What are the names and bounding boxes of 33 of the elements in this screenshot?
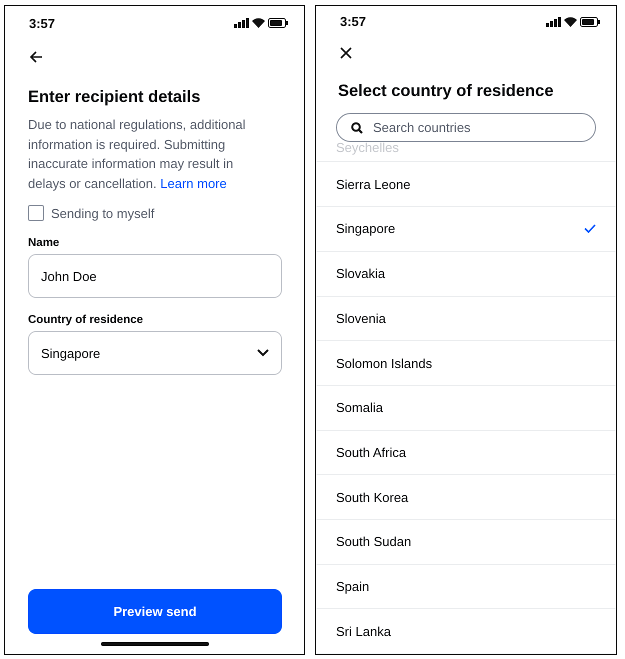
chevron-down-icon xyxy=(257,349,269,357)
screen-title: Enter recipient details xyxy=(28,88,202,107)
close-icon[interactable] xyxy=(340,46,352,59)
status-time: 3:57 xyxy=(340,14,366,30)
country-item[interactable]: Somalia xyxy=(316,386,616,431)
checkbox-label: Sending to myself xyxy=(51,206,154,220)
country-item[interactable]: Slovenia xyxy=(316,296,616,342)
preview-send-button[interactable]: Preview send xyxy=(28,589,282,634)
battery-icon xyxy=(580,16,600,27)
country-item[interactable]: South Korea xyxy=(316,475,616,520)
learn-more-link[interactable]: Learn more xyxy=(160,176,227,190)
country-item[interactable]: Slovakia xyxy=(316,252,616,296)
checkbox[interactable] xyxy=(28,205,44,221)
field-label: Name xyxy=(28,237,60,249)
search-icon xyxy=(351,122,363,134)
search-field[interactable]: Search countries xyxy=(336,113,596,142)
country-item[interactable]: Sri Lanka xyxy=(316,609,616,654)
country-item[interactable]: Spain xyxy=(316,564,616,610)
country-item[interactable]: South Sudan xyxy=(316,520,616,565)
back-arrow-icon[interactable] xyxy=(29,51,43,63)
country-dropdown[interactable]: Singapore xyxy=(28,331,282,375)
wifi-icon xyxy=(252,18,265,28)
wifi-icon xyxy=(564,16,577,27)
notice-text: Due to national regulations, additional information is required. Submitting inaccurate information may result in delays or cancellation. Learn more xyxy=(28,116,247,193)
signal-icon xyxy=(546,16,561,27)
signal-icon xyxy=(234,18,249,28)
field-label: Country of residence xyxy=(28,314,144,326)
country-item[interactable]: Solomon Islands xyxy=(316,341,616,386)
battery-icon xyxy=(268,18,288,28)
country-item[interactable]: South Africa xyxy=(316,430,616,476)
status-time: 3:57 xyxy=(29,16,56,30)
name-field[interactable]: John Doe xyxy=(28,254,282,298)
screen-title: Select country of residence xyxy=(338,82,554,102)
